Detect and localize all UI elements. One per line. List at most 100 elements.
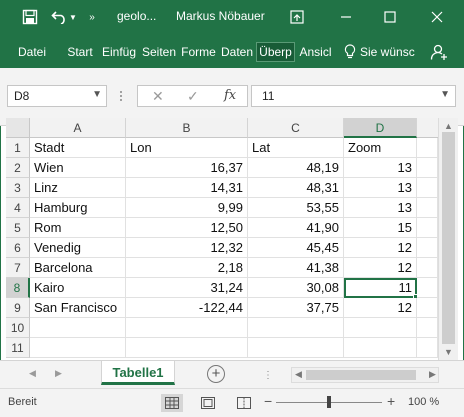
cell[interactable]: 13 — [344, 178, 417, 198]
cell[interactable]: Venedig — [30, 238, 126, 258]
add-sheet-button[interactable]: + — [207, 365, 225, 383]
cell[interactable]: 13 — [344, 158, 417, 178]
cell[interactable]: 53,55 — [248, 198, 344, 218]
row-header-6[interactable]: 6 — [6, 238, 30, 258]
cell[interactable] — [344, 338, 417, 358]
vertical-scrollbar[interactable]: ▲ ▼ — [438, 118, 458, 360]
restore-ribbon-icon[interactable] — [288, 7, 306, 27]
zoom-level[interactable]: 100 % — [408, 396, 439, 408]
tab-einfuegen[interactable]: Einfüg — [99, 42, 139, 62]
cell[interactable]: 41,38 — [248, 258, 344, 278]
vertical-scroll-thumb[interactable] — [442, 132, 455, 344]
cell[interactable] — [417, 218, 438, 238]
cell[interactable] — [126, 318, 248, 338]
undo-icon[interactable] — [50, 7, 68, 27]
cell[interactable] — [30, 318, 126, 338]
sheet-next-icon[interactable]: ▶ — [55, 368, 62, 379]
cell[interactable]: Barcelona — [30, 258, 126, 278]
cell[interactable] — [417, 258, 438, 278]
cell[interactable]: 30,08 — [248, 278, 344, 298]
scroll-down-icon[interactable]: ▼ — [444, 347, 453, 357]
cell[interactable]: San Francisco — [30, 298, 126, 318]
page-break-view-icon[interactable] — [233, 394, 255, 412]
cell[interactable]: 37,75 — [248, 298, 344, 318]
cell[interactable]: 48,31 — [248, 178, 344, 198]
cell[interactable] — [30, 338, 126, 358]
zoom-in-icon[interactable]: + — [387, 393, 395, 409]
row-header-3[interactable]: 3 — [6, 178, 30, 198]
scroll-right-icon[interactable]: ▶ — [429, 369, 436, 380]
cell[interactable] — [417, 198, 438, 218]
cell[interactable]: Hamburg — [30, 198, 126, 218]
cell[interactable]: 31,24 — [126, 278, 248, 298]
column-header-b[interactable]: B — [126, 118, 248, 138]
cell[interactable]: 45,45 — [248, 238, 344, 258]
cell[interactable] — [417, 238, 438, 258]
cell[interactable]: Stadt — [30, 138, 126, 158]
cell[interactable]: 12 — [344, 298, 417, 318]
tab-datei[interactable]: Datei — [12, 42, 52, 62]
cell[interactable]: 48,19 — [248, 158, 344, 178]
tab-splitter-icon[interactable]: ⋮ — [263, 370, 273, 381]
cell[interactable]: 14,31 — [126, 178, 248, 198]
cell[interactable] — [417, 318, 438, 338]
maximize-icon[interactable] — [381, 7, 399, 27]
cell[interactable]: 12 — [344, 258, 417, 278]
scroll-left-icon[interactable]: ◀ — [295, 369, 302, 380]
row-header-5[interactable]: 5 — [6, 218, 30, 238]
cell[interactable] — [248, 318, 344, 338]
cell[interactable]: Linz — [30, 178, 126, 198]
cancel-icon[interactable]: ✕ — [152, 88, 164, 105]
formula-input[interactable]: 11 ▼ — [251, 85, 456, 107]
column-header-e[interactable] — [417, 118, 438, 138]
row-header-9[interactable]: 9 — [6, 298, 30, 318]
cell[interactable] — [248, 338, 344, 358]
tab-formeln[interactable]: Forme — [179, 42, 218, 62]
cell[interactable]: 12,50 — [126, 218, 248, 238]
cell[interactable] — [417, 138, 438, 158]
cell[interactable]: 12,32 — [126, 238, 248, 258]
cell[interactable] — [417, 278, 438, 298]
tab-start[interactable]: Start — [63, 42, 97, 62]
cell[interactable] — [417, 178, 438, 198]
cell[interactable]: -122,44 — [126, 298, 248, 318]
row-header-8[interactable]: 8 — [6, 278, 30, 298]
cell[interactable] — [417, 338, 438, 358]
row-header-11[interactable]: 11 — [6, 338, 30, 358]
undo-dropdown-icon[interactable]: ▼ — [68, 7, 78, 27]
cell[interactable]: 41,90 — [248, 218, 344, 238]
active-cell[interactable]: 11 — [344, 278, 417, 298]
row-header-2[interactable]: 2 — [6, 158, 30, 178]
select-all-corner[interactable] — [6, 118, 30, 138]
cell[interactable]: 16,37 — [126, 158, 248, 178]
close-icon[interactable] — [428, 7, 446, 27]
cell[interactable]: Lat — [248, 138, 344, 158]
cell[interactable]: 2,18 — [126, 258, 248, 278]
cell[interactable]: 12 — [344, 238, 417, 258]
zoom-slider-knob[interactable] — [327, 396, 331, 408]
row-header-4[interactable]: 4 — [6, 198, 30, 218]
cell[interactable] — [417, 158, 438, 178]
row-header-1[interactable]: 1 — [6, 138, 30, 158]
row-header-10[interactable]: 10 — [6, 318, 30, 338]
scroll-up-icon[interactable]: ▲ — [444, 121, 453, 131]
cell[interactable] — [344, 318, 417, 338]
confirm-icon[interactable]: ✓ — [187, 88, 199, 105]
cell[interactable]: Kairo — [30, 278, 126, 298]
cell[interactable]: Lon — [126, 138, 248, 158]
expand-formula-icon[interactable]: ▼ — [440, 89, 450, 100]
normal-view-icon[interactable] — [161, 394, 183, 412]
tab-ueberpruefen[interactable]: Überp — [256, 42, 295, 62]
cell[interactable] — [126, 338, 248, 358]
tab-seitenlayout[interactable]: Seiten — [140, 42, 178, 62]
cell[interactable]: 9,99 — [126, 198, 248, 218]
tell-me-box[interactable]: Sie wünsc — [344, 42, 415, 62]
horizontal-scroll-thumb[interactable] — [306, 370, 416, 380]
cell[interactable]: Rom — [30, 218, 126, 238]
column-header-c[interactable]: C — [248, 118, 344, 138]
row-header-7[interactable]: 7 — [6, 258, 30, 278]
share-person-icon[interactable] — [430, 43, 448, 61]
splitter-handle-icon[interactable] — [119, 90, 123, 102]
tab-daten[interactable]: Daten — [219, 42, 255, 62]
name-box[interactable]: D8 ▼ — [7, 85, 107, 107]
